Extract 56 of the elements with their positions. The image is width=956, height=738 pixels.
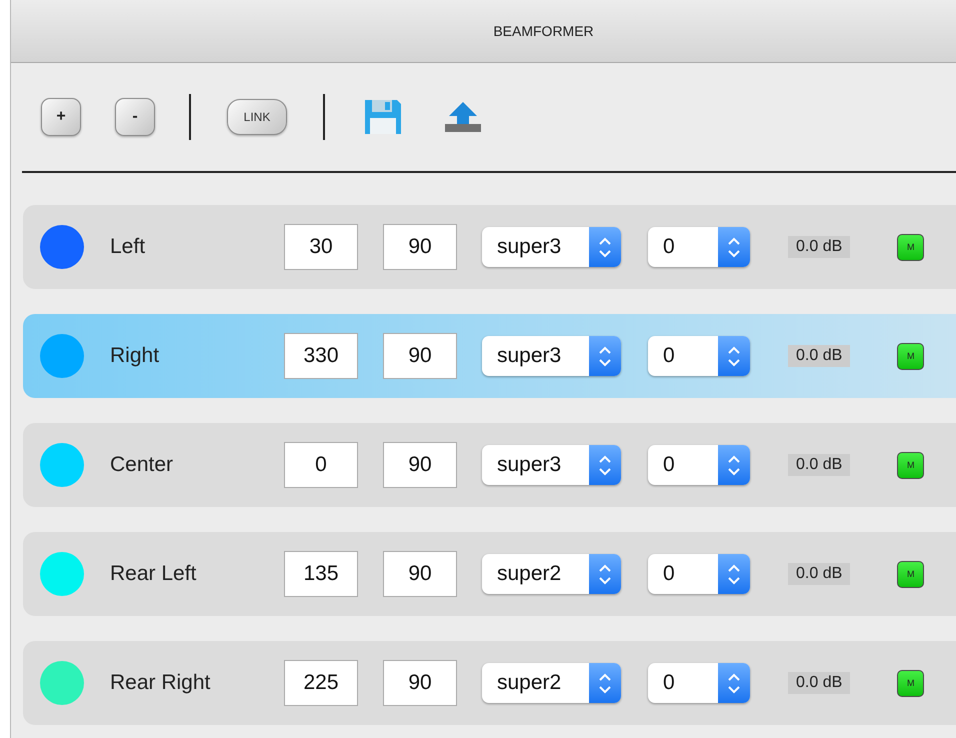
pattern-select[interactable]: super3 [482,227,621,267]
mute-button[interactable]: M [897,670,924,696]
elevation-field[interactable]: 90 [383,224,457,270]
azimuth-field[interactable]: 135 [284,551,358,597]
azimuth-field[interactable]: 330 [284,333,358,379]
add-button[interactable]: + [41,98,81,136]
mute-button[interactable]: M [897,342,924,370]
gain-reading: 0.0 dB [788,345,850,367]
beam-name: Rear Left [110,562,198,586]
elevation-field[interactable]: 90 [383,551,457,597]
stepper-icon[interactable] [589,663,621,703]
stepper-icon[interactable] [718,336,750,376]
mute-button[interactable]: M [897,452,924,478]
save-icon[interactable] [363,98,403,136]
beam-row[interactable]: Rear Right 225 90 super2 0 0.0 dB M [23,641,956,725]
order-select[interactable]: 0 [648,554,750,594]
gain-reading: 0.0 dB [788,563,850,585]
remove-button[interactable]: - [115,98,155,136]
order-select[interactable]: 0 [648,663,750,703]
mute-button[interactable]: M [897,234,924,260]
elevation-field[interactable]: 90 [383,333,457,379]
beam-row[interactable]: Left 30 90 super3 0 0.0 dB M [23,205,956,289]
order-select[interactable]: 0 [648,336,750,376]
stepper-icon[interactable] [589,445,621,485]
beam-name: Center [110,453,174,477]
stepper-icon[interactable] [718,663,750,703]
stepper-icon[interactable] [718,445,750,485]
azimuth-field[interactable]: 0 [284,442,358,488]
pattern-select[interactable]: super3 [482,445,621,485]
beam-row[interactable]: Center 0 90 super3 0 0.0 dB M [23,423,956,507]
beam-name: Left [110,235,146,259]
order-select[interactable]: 0 [648,445,750,485]
pattern-select[interactable]: super2 [482,554,621,594]
azimuth-field[interactable]: 30 [284,224,358,270]
stepper-icon[interactable] [589,227,621,267]
window-title: BEAMFORMER [492,23,594,39]
azimuth-field[interactable]: 225 [284,660,358,706]
upload-icon[interactable] [443,100,483,134]
gain-reading: 0.0 dB [788,672,850,694]
beam-row[interactable]: Rear Left 135 90 super2 0 0.0 dB M [23,532,956,616]
pattern-select[interactable]: super2 [482,663,621,703]
beam-row[interactable]: Right 330 90 super3 0 0.0 dB M [23,314,956,398]
beam-name: Rear Right [110,671,212,695]
mute-button[interactable]: M [897,560,924,588]
gain-reading: 0.0 dB [788,454,850,476]
link-button[interactable]: LINK [227,99,287,135]
gain-reading: 0.0 dB [788,236,850,258]
elevation-field[interactable]: 90 [383,660,457,706]
beam-name: Right [110,344,160,368]
elevation-field[interactable]: 90 [383,442,457,488]
stepper-icon[interactable] [718,227,750,267]
stepper-icon[interactable] [589,554,621,594]
order-select[interactable]: 0 [648,227,750,267]
pattern-select[interactable]: super3 [482,336,621,376]
stepper-icon[interactable] [718,554,750,594]
stepper-icon[interactable] [589,336,621,376]
